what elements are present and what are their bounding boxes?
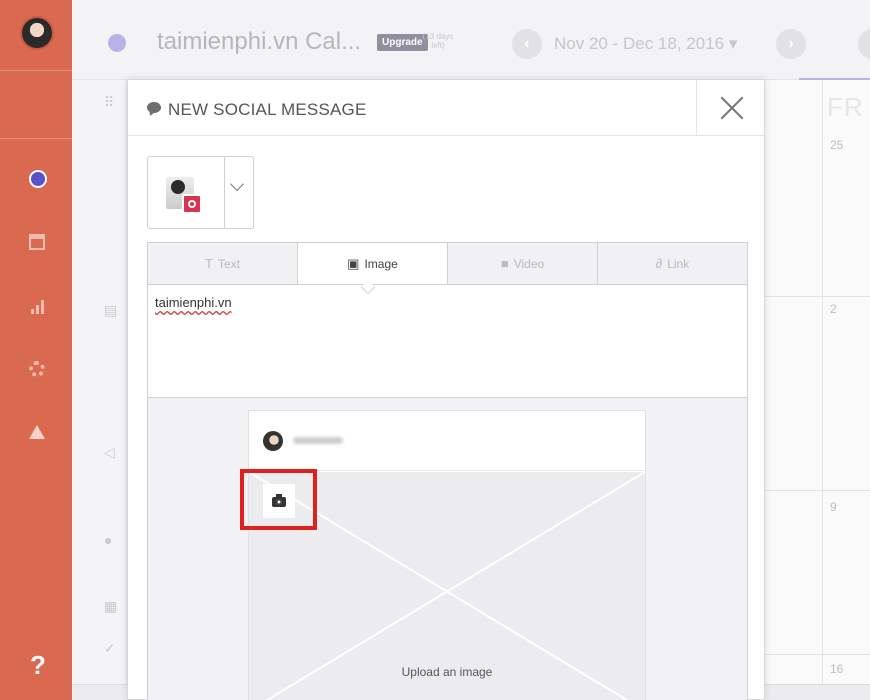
date-range-selector[interactable]: Nov 20 - Dec 18, 2016 ▾ bbox=[554, 34, 737, 54]
instagram-icon bbox=[182, 194, 202, 214]
tab-label: Image bbox=[364, 257, 398, 271]
alert-icon[interactable] bbox=[29, 425, 45, 439]
highlight-annotation-box bbox=[240, 469, 317, 530]
help-button[interactable]: ? bbox=[30, 650, 46, 681]
calendar-title[interactable]: taimienphi.vn Cal... bbox=[157, 28, 361, 56]
calendar-icon[interactable] bbox=[29, 234, 45, 250]
post-header bbox=[249, 411, 645, 471]
post-preview-area: Upload an image bbox=[147, 398, 748, 700]
check-icon: ✓ bbox=[104, 640, 116, 656]
calendar-color-dot-icon[interactable] bbox=[29, 170, 47, 188]
link-icon: ∂ bbox=[655, 256, 663, 271]
chevron-down-icon[interactable] bbox=[229, 176, 245, 192]
message-type-tabs: T Text ▣ Image ■ Video ∂ Link bbox=[147, 242, 748, 285]
trial-remaining: (13 days left) bbox=[422, 32, 454, 50]
video-icon: ■ bbox=[500, 256, 509, 271]
tab-label: Text bbox=[217, 257, 240, 271]
message-textarea[interactable]: taimienphi.vn bbox=[147, 285, 748, 398]
comment-icon: ● bbox=[104, 532, 113, 548]
speech-bubble-icon bbox=[147, 102, 161, 113]
tab-label: Video bbox=[513, 257, 545, 271]
close-icon[interactable] bbox=[696, 80, 764, 136]
dialog-header: NEW SOCIAL MESSAGE bbox=[128, 80, 764, 136]
new-social-message-dialog: NEW SOCIAL MESSAGE T Text ▣ Image ■ Video ∂… bbox=[127, 79, 765, 700]
user-avatar[interactable] bbox=[20, 16, 54, 50]
left-sidebar: ? bbox=[0, 0, 72, 700]
calendar-color-dot bbox=[108, 34, 126, 52]
tab-video[interactable]: ■ Video bbox=[448, 243, 598, 284]
selector-divider bbox=[224, 157, 225, 228]
analytics-icon[interactable] bbox=[29, 298, 45, 314]
account-selector[interactable] bbox=[147, 156, 254, 229]
blurred-username bbox=[293, 437, 343, 444]
document-icon: ▤ bbox=[104, 302, 118, 318]
settings-icon[interactable] bbox=[29, 361, 45, 377]
top-header: taimienphi.vn Cal... Upgrade (13 days le… bbox=[72, 0, 870, 80]
date-label: 16 bbox=[830, 662, 844, 676]
profile-avatar bbox=[263, 431, 283, 451]
date-label: 9 bbox=[830, 500, 837, 514]
tab-text[interactable]: T Text bbox=[148, 243, 298, 284]
day-header-friday: FR bbox=[827, 92, 864, 122]
tab-image[interactable]: ▣ Image bbox=[298, 243, 448, 284]
sidebar-divider bbox=[0, 138, 72, 139]
instagram-post-preview: Upload an image bbox=[248, 410, 646, 700]
grid-line bbox=[765, 490, 870, 491]
upload-label: Upload an image bbox=[401, 665, 493, 679]
dialog-title: NEW SOCIAL MESSAGE bbox=[168, 100, 367, 119]
grid-line bbox=[765, 654, 870, 655]
text-icon: T bbox=[205, 256, 213, 271]
sidebar-divider bbox=[0, 70, 72, 71]
calendar-left-column: ⠿ ▤ ◁ ● ▦ ✓ bbox=[72, 80, 127, 700]
header-action-button[interactable] bbox=[858, 29, 870, 59]
image-icon: ▣ bbox=[347, 256, 360, 271]
tab-link[interactable]: ∂ Link bbox=[598, 243, 747, 284]
megaphone-icon: ◁ bbox=[104, 444, 115, 460]
grid-line bbox=[765, 296, 870, 297]
date-label: 25 bbox=[830, 138, 844, 152]
next-range-button[interactable]: › bbox=[776, 29, 806, 59]
message-text: taimienphi.vn bbox=[155, 295, 232, 310]
grid-menu-icon[interactable]: ⠿ bbox=[104, 94, 114, 111]
prev-range-button[interactable]: ‹ bbox=[512, 29, 542, 59]
grid-line bbox=[822, 80, 823, 700]
tab-label: Link bbox=[667, 257, 690, 271]
date-label: 2 bbox=[830, 302, 837, 316]
calendar-small-icon: ▦ bbox=[104, 598, 118, 614]
